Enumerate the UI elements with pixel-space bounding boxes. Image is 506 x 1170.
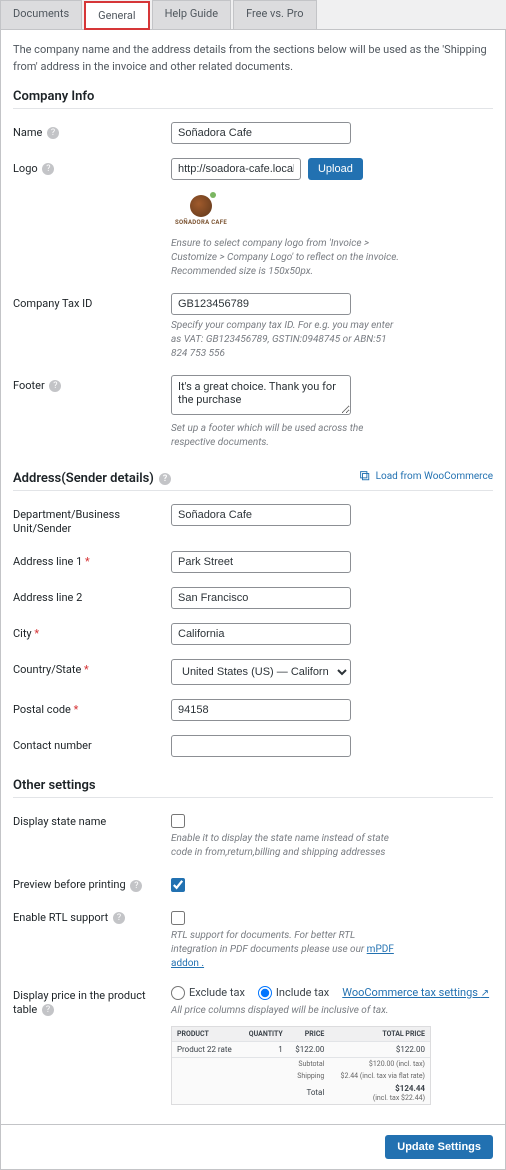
footer-textarea[interactable]: It's a great choice. Thank you for the p…: [171, 375, 351, 415]
label-tax-id: Company Tax ID: [13, 293, 171, 311]
preview-checkbox[interactable]: [171, 878, 185, 892]
tab-bar: Documents General Help Guide Free vs. Pr…: [0, 0, 506, 29]
table-row: Product 22 rate 1 $122.00 $122.00: [172, 1041, 430, 1057]
label-address2: Address line 2: [13, 587, 171, 605]
include-tax-radio-label[interactable]: Include tax: [258, 986, 329, 999]
load-from-woocommerce-link[interactable]: Load from WooCommerce: [360, 471, 493, 482]
settings-panel: The company name and the address details…: [0, 29, 506, 1125]
intro-text: The company name and the address details…: [13, 42, 493, 75]
footer-hint: Set up a footer which will be used acros…: [171, 422, 401, 450]
price-preview-table: PRODUCT QUANTITY PRICE TOTAL PRICE Produ…: [171, 1026, 431, 1105]
label-rtl: Enable RTL support ?: [13, 907, 171, 925]
department-input[interactable]: [171, 504, 351, 526]
display-state-checkbox[interactable]: [171, 814, 185, 828]
label-address1: Address line 1 *: [13, 551, 171, 569]
label-logo: Logo ?: [13, 158, 171, 176]
address2-input[interactable]: [171, 587, 351, 609]
tab-free-vs-pro[interactable]: Free vs. Pro: [233, 0, 316, 29]
city-input[interactable]: [171, 623, 351, 645]
help-icon[interactable]: ?: [159, 473, 171, 485]
footer-bar: Update Settings: [0, 1125, 506, 1170]
country-select[interactable]: United States (US) — California: [171, 659, 351, 685]
col-qty: QUANTITY: [241, 1027, 288, 1042]
help-icon[interactable]: ?: [49, 380, 61, 392]
help-icon[interactable]: ?: [113, 912, 125, 924]
section-other-settings: Other settings: [13, 778, 493, 798]
section-address: Address(Sender details) ? Load from WooC…: [13, 471, 493, 491]
postal-input[interactable]: [171, 699, 351, 721]
logo-image-icon: [190, 195, 212, 217]
label-postal: Postal code *: [13, 699, 171, 717]
logo-url-input[interactable]: [171, 158, 301, 180]
label-contact: Contact number: [13, 735, 171, 753]
help-icon[interactable]: ?: [47, 127, 59, 139]
help-icon[interactable]: ?: [42, 1004, 54, 1016]
include-tax-radio[interactable]: [258, 986, 272, 1000]
label-name: Name ?: [13, 122, 171, 140]
label-footer: Footer ?: [13, 375, 171, 393]
contact-input[interactable]: [171, 735, 351, 757]
col-total: TOTAL PRICE: [329, 1027, 430, 1042]
label-display-state: Display state name: [13, 811, 171, 829]
label-city: City *: [13, 623, 171, 641]
tab-help-guide[interactable]: Help Guide: [152, 0, 232, 29]
upload-button[interactable]: Upload: [308, 158, 363, 180]
copy-icon: [360, 471, 370, 481]
help-icon[interactable]: ?: [42, 163, 54, 175]
rtl-checkbox[interactable]: [171, 911, 185, 925]
tab-documents[interactable]: Documents: [0, 0, 82, 29]
exclude-tax-radio[interactable]: [171, 986, 185, 1000]
section-company-info: Company Info: [13, 89, 493, 109]
rtl-hint: RTL support for documents. For better RT…: [171, 929, 401, 971]
address1-input[interactable]: [171, 551, 351, 573]
tab-general[interactable]: General: [84, 1, 149, 30]
wc-tax-settings-link[interactable]: WooCommerce tax settings ↗: [342, 986, 489, 999]
logo-brand-text: SOÑADORA CAFE: [175, 219, 227, 226]
price-hint: All price columns displayed will be incl…: [171, 1004, 401, 1018]
exclude-tax-radio-label[interactable]: Exclude tax: [171, 986, 245, 999]
display-state-hint: Enable it to display the state name inst…: [171, 832, 401, 860]
update-settings-button[interactable]: Update Settings: [385, 1135, 493, 1159]
label-price-display: Display price in the product table ?: [13, 985, 171, 1018]
label-department: Department/Business Unit/Sender: [13, 504, 171, 537]
label-preview: Preview before printing ?: [13, 874, 171, 892]
help-icon[interactable]: ?: [130, 880, 142, 892]
external-link-icon: ↗: [481, 988, 489, 999]
col-price: PRICE: [288, 1027, 330, 1042]
tax-id-input[interactable]: [171, 293, 351, 315]
logo-preview: SOÑADORA CAFE: [171, 188, 231, 233]
col-product: PRODUCT: [172, 1027, 241, 1042]
name-input[interactable]: [171, 122, 351, 144]
label-country: Country/State *: [13, 659, 171, 677]
tax-id-hint: Specify your company tax ID. For e.g. yo…: [171, 319, 401, 361]
logo-hint: Ensure to select company logo from 'Invo…: [171, 237, 401, 279]
